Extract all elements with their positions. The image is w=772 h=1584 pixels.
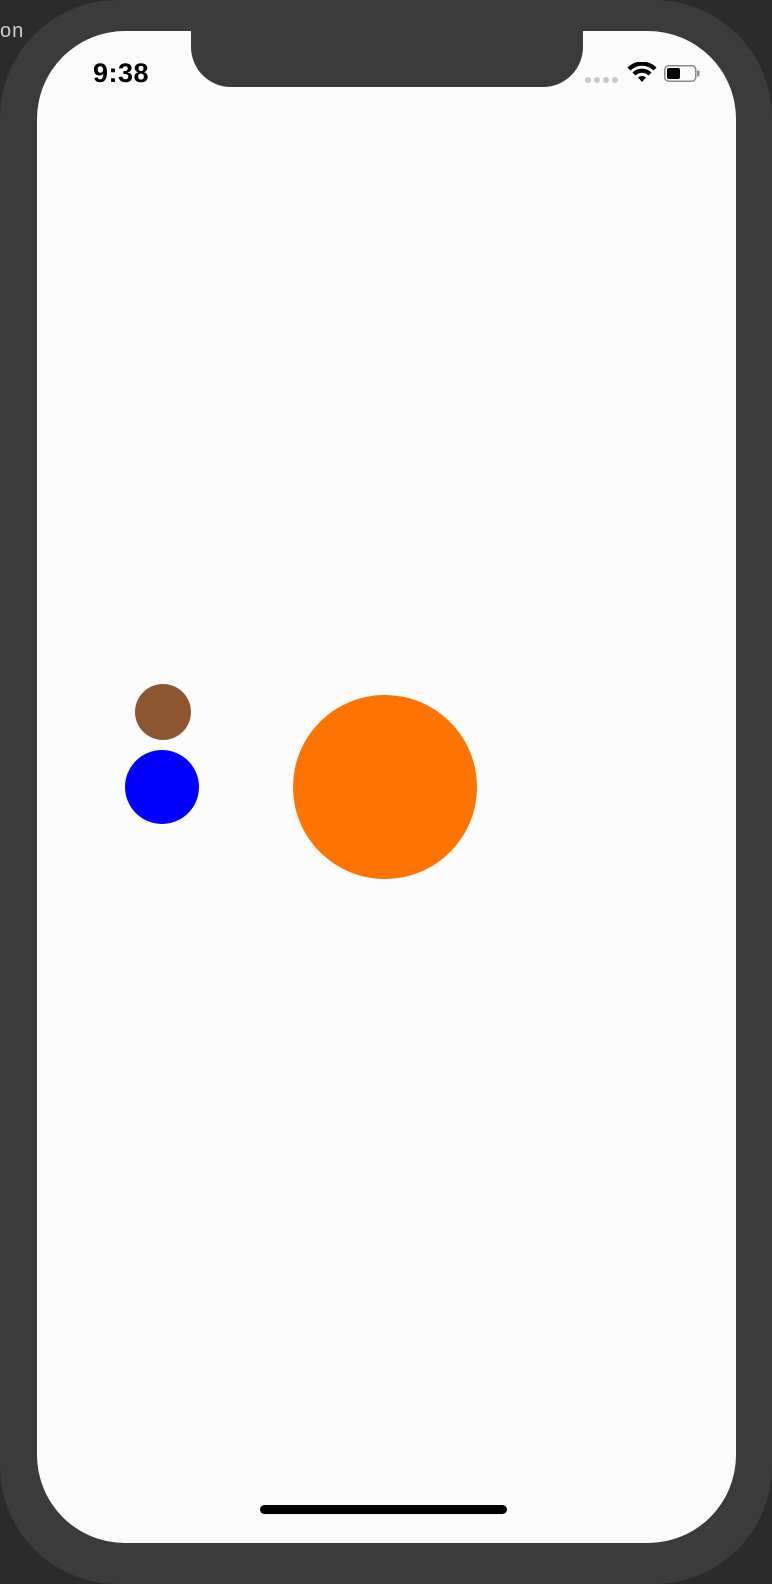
battery-icon bbox=[664, 65, 700, 82]
brown-circle bbox=[135, 684, 191, 740]
blue-circle bbox=[125, 750, 199, 824]
backdrop-text: on bbox=[0, 20, 25, 42]
app-screen: 9:38 bbox=[37, 31, 736, 1543]
phone-frame: 9:38 bbox=[0, 0, 772, 1584]
status-time: 9:38 bbox=[93, 58, 150, 88]
home-indicator[interactable] bbox=[260, 1505, 507, 1514]
wifi-icon bbox=[627, 62, 657, 82]
cellular-signal-icon bbox=[585, 77, 618, 83]
notch bbox=[191, 31, 583, 87]
orange-circle bbox=[293, 695, 477, 879]
